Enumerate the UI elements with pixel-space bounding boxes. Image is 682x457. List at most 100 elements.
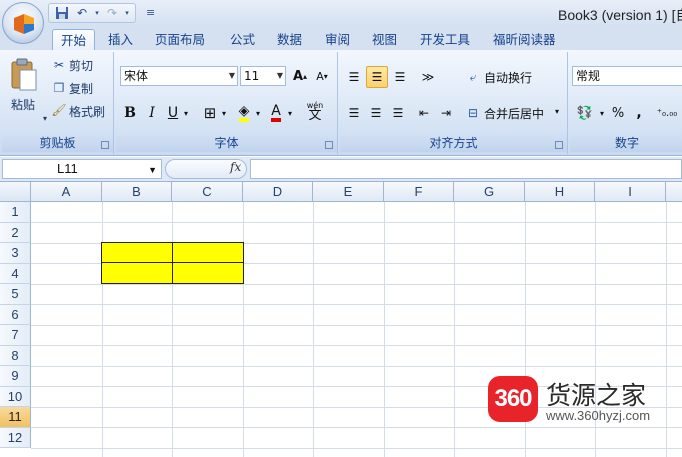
grid-line xyxy=(454,202,455,457)
row-header-12[interactable]: 12 xyxy=(0,427,31,448)
customize-toolbar-icon[interactable]: ≡ xyxy=(146,6,155,19)
column-header-c[interactable]: C xyxy=(172,182,243,202)
dialog-launcher-icon[interactable] xyxy=(555,141,563,149)
dropdown-arrow-icon[interactable]: ▾ xyxy=(555,107,559,116)
tab-view[interactable]: 视图 xyxy=(372,29,397,50)
save-icon[interactable] xyxy=(54,5,70,21)
formula-input[interactable] xyxy=(250,159,682,179)
dropdown-arrow-icon[interactable]: ▾ xyxy=(598,102,606,124)
decrease-indent-icon[interactable]: ⇤ xyxy=(414,102,434,124)
column-header-f[interactable]: F xyxy=(384,182,454,202)
grid-line xyxy=(172,202,173,457)
watermark-logo: 360 xyxy=(488,376,538,422)
number-group: 常规 💱 ▾ % , ⁺₀.₀₀ 数字 xyxy=(570,52,682,154)
align-left-icon[interactable]: ☰ xyxy=(344,102,364,124)
column-header-d[interactable]: D xyxy=(243,182,313,202)
copy-button[interactable]: 复制 xyxy=(69,80,93,97)
align-top-icon[interactable]: ☰ xyxy=(344,66,364,88)
align-bottom-icon[interactable]: ☰ xyxy=(390,66,410,88)
tab-developer[interactable]: 开发工具 xyxy=(420,29,470,50)
row-header-1[interactable]: 1 xyxy=(0,202,31,223)
select-all-corner[interactable] xyxy=(0,182,31,202)
wrap-text-button[interactable]: 自动换行 xyxy=(484,69,532,86)
dropdown-arrow-icon[interactable]: ▾ xyxy=(182,102,190,124)
orientation-icon[interactable]: ≫ xyxy=(416,66,440,88)
font-size-select[interactable]: 11 ▼ xyxy=(240,66,286,86)
scissors-icon: ✂ xyxy=(53,58,65,72)
row-header-10[interactable]: 10 xyxy=(0,386,31,407)
column-header-e[interactable]: E xyxy=(313,182,384,202)
cell-b4[interactable] xyxy=(101,262,173,284)
tab-page-layout[interactable]: 页面布局 xyxy=(155,29,205,50)
increase-decimal-icon[interactable]: ⁺₀.₀₀ xyxy=(652,102,682,124)
office-button[interactable] xyxy=(2,2,44,44)
column-header-a[interactable]: A xyxy=(31,182,102,202)
row-header-11[interactable]: 11 xyxy=(0,407,31,428)
dropdown-arrow-icon[interactable]: ▾ xyxy=(43,114,47,123)
shrink-font-button[interactable]: A ▾ xyxy=(312,65,332,87)
italic-button[interactable]: I xyxy=(143,102,161,124)
paste-button[interactable]: 粘贴 xyxy=(11,96,35,113)
increase-indent-icon[interactable]: ⇥ xyxy=(436,102,456,124)
row-header-5[interactable]: 5 xyxy=(0,284,31,305)
tab-foxit-reader[interactable]: 福昕阅读器 xyxy=(493,29,556,50)
number-format-select[interactable]: 常规 xyxy=(572,66,682,86)
dropdown-arrow-icon[interactable]: ▾ xyxy=(94,5,100,21)
fill-color-icon[interactable]: ◈ xyxy=(234,102,254,124)
align-right-icon[interactable]: ☰ xyxy=(388,102,408,124)
grow-font-button[interactable]: A ▴ xyxy=(290,65,310,87)
dropdown-arrow-icon[interactable]: ▾ xyxy=(220,102,228,124)
column-header-b[interactable]: B xyxy=(102,182,172,202)
name-box[interactable]: L11 ▼ xyxy=(2,159,162,179)
title-bar: ↶ ▾ ↷ ▾ ≡ Book3 (version 1) [自 xyxy=(0,0,682,26)
row-header-9[interactable]: 9 xyxy=(0,366,31,387)
cell-c4[interactable] xyxy=(172,262,244,284)
dropdown-arrow-icon[interactable]: ▾ xyxy=(124,5,130,21)
percent-button[interactable]: % xyxy=(608,102,628,124)
font-color-button[interactable]: A xyxy=(266,102,286,124)
tab-review[interactable]: 审阅 xyxy=(325,29,350,50)
cell-b3[interactable] xyxy=(101,242,173,263)
comma-button[interactable]: , xyxy=(630,102,648,124)
insert-function-button[interactable]: fx xyxy=(230,160,241,174)
column-header-i[interactable]: I xyxy=(595,182,666,202)
number-format-value: 常规 xyxy=(576,69,601,83)
cell-c3[interactable] xyxy=(172,242,244,263)
row-header-2[interactable]: 2 xyxy=(0,222,31,243)
row-header-8[interactable]: 8 xyxy=(0,345,31,366)
dropdown-arrow-icon[interactable]: ▾ xyxy=(286,102,294,124)
font-name-select[interactable]: 宋体 ▼ xyxy=(120,66,238,86)
row-header-4[interactable]: 4 xyxy=(0,263,31,284)
tab-data[interactable]: 数据 xyxy=(277,29,302,50)
align-center-icon[interactable]: ☰ xyxy=(366,102,386,124)
phonetic-guide-button[interactable]: wén 文 xyxy=(300,100,330,122)
grid-line xyxy=(243,202,244,457)
currency-icon[interactable]: 💱 xyxy=(572,102,598,124)
format-painter-button[interactable]: 格式刷 xyxy=(69,103,105,120)
merge-center-button[interactable]: 合并后居中 xyxy=(484,105,544,122)
tab-formulas[interactable]: 公式 xyxy=(230,29,255,50)
bold-button[interactable]: B xyxy=(120,102,140,124)
dialog-launcher-icon[interactable] xyxy=(325,141,333,149)
window-title: Book3 (version 1) [自 xyxy=(558,7,682,23)
column-header-g[interactable]: G xyxy=(454,182,525,202)
font-name-value: 宋体 xyxy=(124,69,149,83)
tab-insert[interactable]: 插入 xyxy=(108,29,133,50)
paste-icon[interactable] xyxy=(10,58,38,92)
dropdown-arrow-icon[interactable]: ▾ xyxy=(254,102,262,124)
tab-home[interactable]: 开始 xyxy=(52,29,96,50)
borders-icon[interactable]: ⊞ xyxy=(200,102,220,124)
dialog-launcher-icon[interactable] xyxy=(101,141,109,149)
row-header-6[interactable]: 6 xyxy=(0,304,31,325)
clipboard-group: 粘贴 ▾ ✂ 剪切 ❐ 复制 🖌 格式刷 剪贴板 xyxy=(2,52,114,154)
row-header-3[interactable]: 3 xyxy=(0,243,31,264)
align-middle-icon[interactable]: ☰ xyxy=(366,66,388,88)
row-header-7[interactable]: 7 xyxy=(0,325,31,346)
column-header-h[interactable]: H xyxy=(525,182,595,202)
underline-button[interactable]: U xyxy=(164,102,182,124)
wrap-text-icon: ⤶ xyxy=(469,69,477,84)
undo-icon[interactable]: ↶ xyxy=(74,5,90,21)
redo-icon[interactable]: ↷ xyxy=(104,5,120,21)
cut-button[interactable]: 剪切 xyxy=(69,57,93,74)
ribbon-tabs: 开始 插入 页面布局 公式 数据 审阅 视图 开发工具 福昕阅读器 xyxy=(0,26,682,50)
